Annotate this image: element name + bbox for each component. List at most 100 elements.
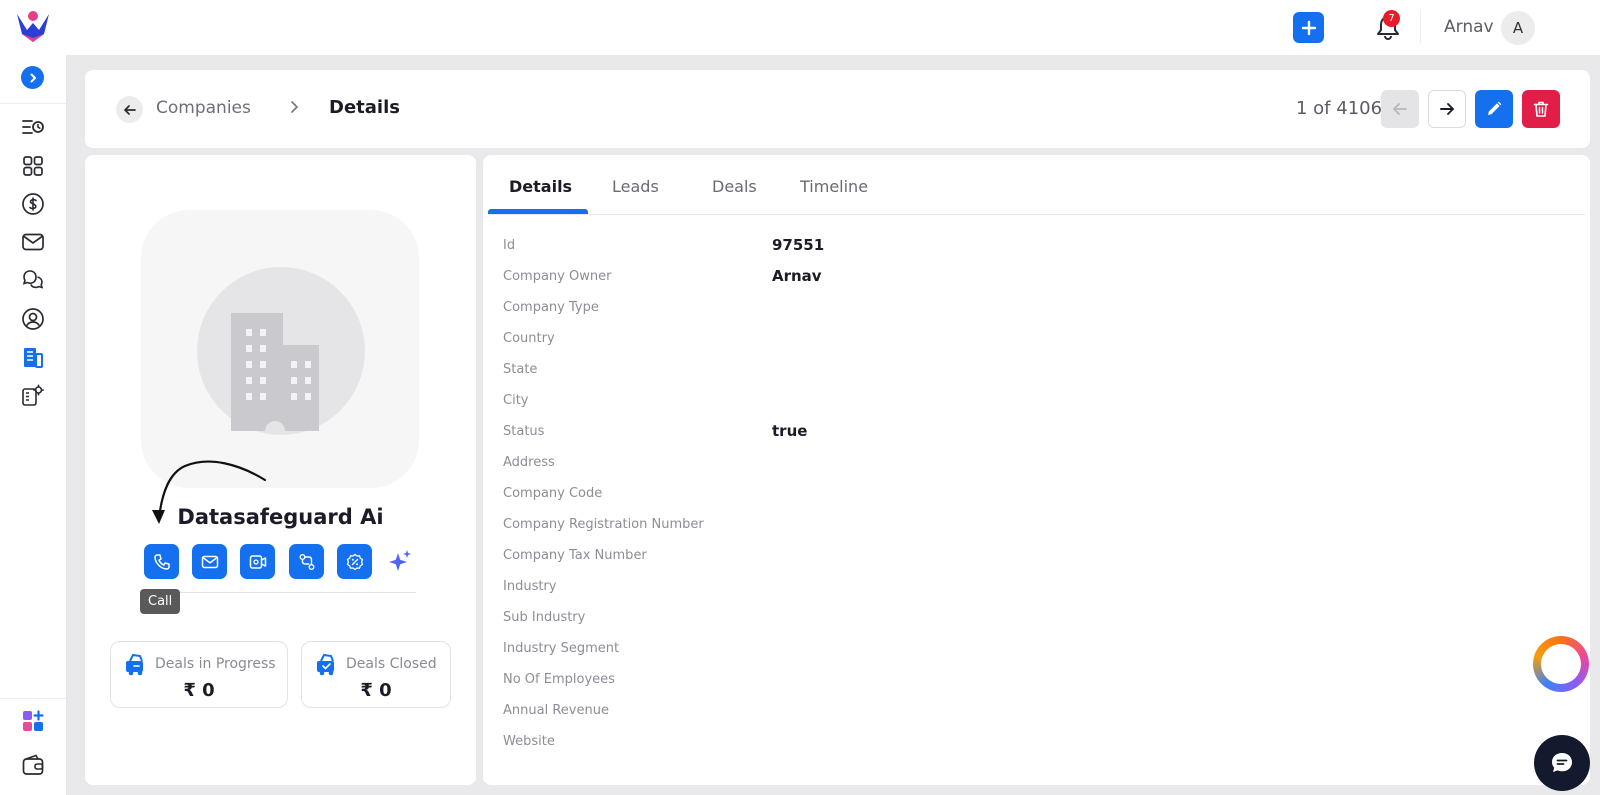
meeting-icon (249, 554, 266, 569)
call-button[interactable] (144, 544, 179, 579)
deals-closed-value: ₹ 0 (360, 680, 392, 701)
wallet-icon (22, 754, 44, 775)
details-header: Companies Details 1 of 4106 (85, 70, 1590, 148)
assistant-ring-inner (1541, 644, 1581, 684)
building-icon (24, 348, 43, 368)
field-label-company-code: Company Code (503, 486, 603, 501)
apps-icon (23, 710, 44, 731)
field-label-industry: Industry (503, 579, 557, 594)
sidebar-item-apps[interactable] (20, 708, 46, 734)
sidebar-item-dashboard[interactable] (20, 153, 46, 179)
field-value-company-owner: Arnav (772, 267, 822, 285)
sidebar-item-activities[interactable] (20, 114, 46, 140)
grid-icon (23, 156, 43, 176)
deals-in-progress-label: Deals in Progress (155, 656, 276, 672)
sidebar-item-chat[interactable] (20, 267, 46, 293)
field-label-status: Status (503, 424, 545, 439)
tab-details[interactable]: Details (509, 177, 572, 196)
user-circle-icon (22, 308, 44, 330)
deals-in-progress-card: Deals in Progress ₹ 0 (110, 641, 288, 708)
sidebar-item-deals[interactable] (20, 191, 46, 217)
field-label-registration-number: Company Registration Number (503, 517, 704, 532)
company-profile-card: Datasafeguard Ai Call Deals in Progress … (85, 155, 476, 785)
deal-cart-icon (126, 653, 143, 676)
avatar[interactable]: A (1501, 11, 1535, 45)
deals-closed-label: Deals Closed (346, 656, 437, 672)
deal-closed-icon (317, 653, 334, 676)
arrow-left-icon (1393, 103, 1407, 115)
field-label-address: Address (503, 455, 555, 470)
sidebar (0, 55, 67, 795)
chat-icon (1552, 753, 1572, 772)
ai-assist-button[interactable] (382, 544, 417, 579)
user-name[interactable]: Arnav (1444, 17, 1494, 37)
route-button[interactable] (289, 544, 324, 579)
offer-button[interactable] (337, 544, 372, 579)
chat-button[interactable] (1534, 735, 1590, 791)
chevron-right-icon (30, 73, 36, 82)
field-label-employees: No Of Employees (503, 672, 615, 687)
field-label-annual-revenue: Annual Revenue (503, 703, 609, 718)
page-title: Details (329, 97, 400, 118)
next-record-button[interactable] (1428, 90, 1466, 128)
phone-icon (153, 553, 170, 570)
edit-button[interactable] (1475, 90, 1513, 128)
sidebar-item-wallet[interactable] (20, 752, 46, 778)
quick-add-button[interactable] (1293, 12, 1324, 43)
field-label-id: Id (503, 238, 516, 253)
tab-deals[interactable]: Deals (712, 177, 757, 196)
sidebar-item-companies[interactable] (20, 344, 46, 370)
dollar-icon (22, 193, 44, 215)
field-value-status: true (772, 422, 808, 440)
field-label-state: State (503, 362, 538, 377)
route-icon (299, 553, 314, 570)
call-tooltip: Call (140, 589, 181, 614)
deals-closed-card: Deals Closed ₹ 0 (301, 641, 451, 708)
chevron-right-icon (291, 101, 298, 113)
divider (144, 592, 416, 593)
record-pager-text: 1 of 4106 (1296, 98, 1383, 119)
email-button[interactable] (192, 544, 227, 579)
field-label-website: Website (503, 734, 555, 749)
building-settings-icon (22, 384, 44, 406)
company-name: Datasafeguard Ai (177, 505, 384, 529)
tab-timeline[interactable]: Timeline (800, 177, 868, 196)
arrow-right-icon (1440, 103, 1454, 115)
field-label-company-type: Company Type (503, 300, 599, 315)
breadcrumb-companies-link[interactable]: Companies (156, 98, 251, 118)
pencil-icon (1488, 101, 1502, 115)
previous-record-button[interactable] (1381, 90, 1419, 128)
assistant-ring-button[interactable] (1533, 636, 1589, 692)
discount-icon (346, 553, 363, 570)
building-placeholder-icon (231, 313, 319, 431)
app-logo[interactable] (14, 8, 52, 46)
mail-icon (22, 233, 44, 251)
top-bar: 7 Arnav A (0, 0, 1600, 55)
divider (1420, 10, 1421, 44)
delete-button[interactable] (1522, 90, 1560, 128)
field-label-country: Country (503, 331, 555, 346)
field-label-sub-industry: Sub Industry (503, 610, 586, 625)
sidebar-expand-button[interactable] (21, 66, 44, 89)
field-label-company-owner: Company Owner (503, 269, 612, 284)
mail-icon (201, 555, 218, 568)
sidebar-divider (0, 103, 67, 104)
field-label-tax-number: Company Tax Number (503, 548, 647, 563)
tab-bar: Details Leads Deals Timeline (488, 155, 1585, 215)
list-clock-icon (22, 120, 44, 134)
field-label-city: City (503, 393, 529, 408)
meeting-button[interactable] (240, 544, 275, 579)
field-label-industry-segment: Industry Segment (503, 641, 620, 656)
active-tab-indicator (488, 209, 588, 214)
ai-sparkle-icon (388, 549, 411, 571)
back-button[interactable] (116, 96, 143, 123)
chat-bubbles-icon (22, 270, 44, 289)
sidebar-item-settings[interactable] (20, 382, 46, 408)
sidebar-item-contacts[interactable] (20, 306, 46, 332)
details-panel: Details Leads Deals Timeline Id 97551 Co… (483, 155, 1590, 785)
arrow-left-icon (123, 104, 136, 115)
deals-in-progress-value: ₹ 0 (183, 680, 215, 701)
sidebar-item-mail[interactable] (20, 229, 46, 255)
tab-leads[interactable]: Leads (612, 177, 659, 196)
field-value-id: 97551 (772, 236, 825, 254)
